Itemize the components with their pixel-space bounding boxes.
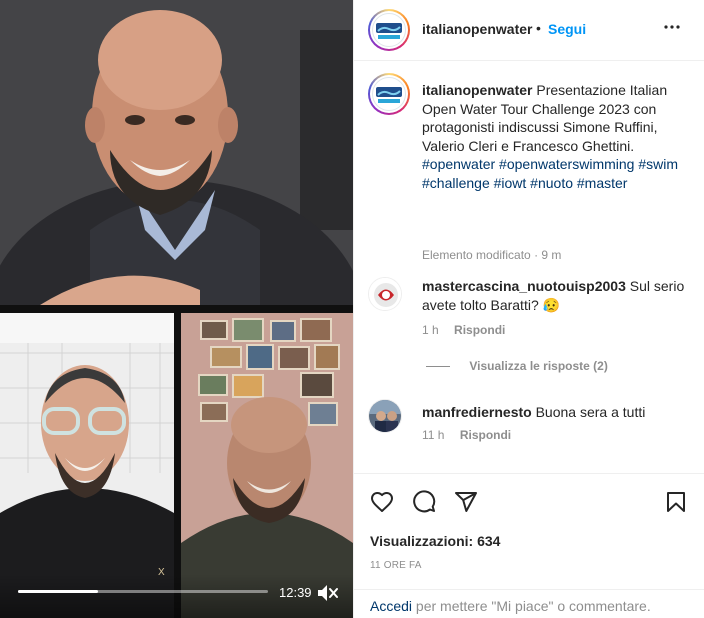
video-player[interactable]: X 12:39 [0, 0, 353, 618]
club-logo [369, 278, 401, 310]
avatar[interactable] [368, 277, 402, 311]
comment-text: manfrediernesto Buona sera a tutti [422, 403, 692, 422]
send-plane-icon[interactable] [454, 490, 478, 514]
post-author-username[interactable]: italianopenwater [422, 21, 532, 37]
participant-video-top [0, 0, 353, 305]
separator-dot: • [536, 20, 541, 36]
views-label: Visualizzazioni: [370, 533, 474, 549]
post-header: italianopenwater • Segui [354, 0, 704, 61]
follow-button[interactable]: Segui [548, 21, 586, 37]
video-progress-fill [18, 590, 98, 593]
reply-button[interactable]: Rispondi [460, 428, 511, 442]
edited-time: 9 m [541, 248, 562, 262]
more-horizontal-icon[interactable] [660, 15, 684, 39]
comments-list[interactable]: italianopenwater Presentazione Italian O… [354, 61, 704, 473]
edited-label: Elemento modificato [422, 248, 531, 262]
caption-hashtags[interactable]: #openwater #openwaterswimming #swim #cha… [422, 156, 678, 191]
login-text: per mettere "Mi piace" o commentare. [415, 598, 651, 614]
replies-line [426, 366, 450, 368]
post-panel: italianopenwater • Segui italianopenwate… [353, 0, 704, 618]
comment-username[interactable]: mastercascina_nuotouisp2003 [422, 278, 626, 294]
bookmark-icon[interactable] [664, 490, 688, 514]
video-time: 12:39 [279, 585, 312, 600]
brand-logo [376, 87, 402, 103]
participant-illustration [0, 0, 353, 305]
comment-time: 11 h [422, 428, 445, 442]
comment-time: 1 h [422, 323, 439, 337]
participant-illustration [181, 313, 353, 618]
post-actions: Visualizzazioni: 634 11 ORE FA [354, 473, 704, 589]
user-photo [369, 400, 401, 432]
comment-meta: 1 h Rispondi [422, 323, 505, 337]
views-number: 634 [477, 533, 501, 549]
view-replies-button[interactable]: Visualizza le risposte (2) [426, 359, 608, 373]
comment-text: mastercascina_nuotouisp2003 Sul serio av… [422, 277, 692, 314]
brand-logo [376, 23, 402, 39]
login-prompt: Accedi per mettere "Mi piace" o commenta… [354, 589, 704, 618]
heart-icon[interactable] [370, 490, 394, 514]
participant-video-bottom-left: X [0, 313, 174, 618]
caption-text: italianopenwater Presentazione Italian O… [422, 81, 692, 192]
comment-body: Buona sera a tutti [535, 404, 646, 420]
comment-username[interactable]: manfrediernesto [422, 404, 532, 420]
participant-video-bottom-right [181, 313, 353, 618]
login-link[interactable]: Accedi [370, 598, 412, 614]
comment-bubble-icon[interactable] [412, 490, 436, 514]
participant-illustration: X [0, 313, 174, 618]
comment-meta: 11 h Rispondi [422, 428, 511, 442]
reply-button[interactable]: Rispondi [454, 323, 505, 337]
video-divider [0, 305, 353, 313]
view-replies-label: Visualizza le risposte (2) [469, 359, 608, 373]
video-progress-bar[interactable] [18, 590, 268, 593]
speaker-muted-icon[interactable] [316, 583, 338, 603]
avatar[interactable] [368, 9, 410, 51]
avatar[interactable] [368, 73, 410, 115]
views-count: Visualizzazioni: 634 [370, 533, 500, 549]
caption-meta: Elemento modificato · 9 m [422, 248, 561, 262]
caption-username[interactable]: italianopenwater [422, 82, 532, 98]
post-time-ago: 11 ORE FA [370, 560, 422, 571]
avatar[interactable] [368, 399, 402, 433]
video-divider [174, 313, 181, 618]
